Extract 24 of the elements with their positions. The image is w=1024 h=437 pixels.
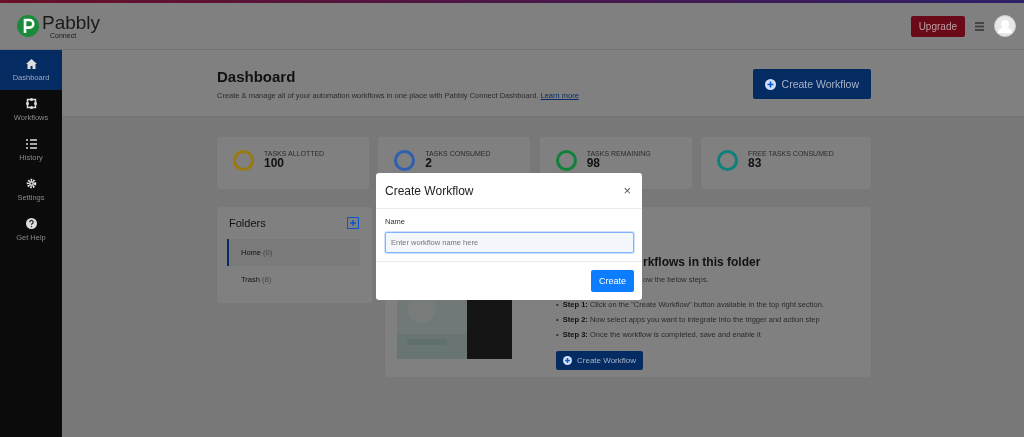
folders-title: Folders [229,217,266,229]
help-icon [25,218,37,229]
settings-icon [25,178,37,189]
brand-name: Pabbly [42,13,101,32]
add-folder-icon[interactable] [347,217,359,229]
dialog-title: Create Workflow [385,183,474,198]
create-workflow-button[interactable]: Create Workflow [556,351,643,370]
home-icon [25,58,37,69]
stat-value: 100 [264,156,285,171]
plus-circle-icon [563,356,572,365]
close-button[interactable]: × [621,183,633,198]
upgrade-button[interactable]: Upgrade [910,15,965,37]
page-title: Dashboard [217,68,297,85]
stat-value: 2 [425,156,432,171]
list-icon [25,138,37,149]
workflow-icon [25,98,37,109]
logo-icon [16,14,40,38]
stat-value: 98 [586,156,600,171]
avatar-icon[interactable] [994,15,1016,37]
stat-value: 83 [748,156,762,171]
empty-state-title: rkflows in this folder [643,255,762,269]
create-workflow-button[interactable]: Create Workflow [752,69,871,99]
plus-circle-icon [764,78,776,90]
create-button[interactable]: Create [591,270,634,292]
